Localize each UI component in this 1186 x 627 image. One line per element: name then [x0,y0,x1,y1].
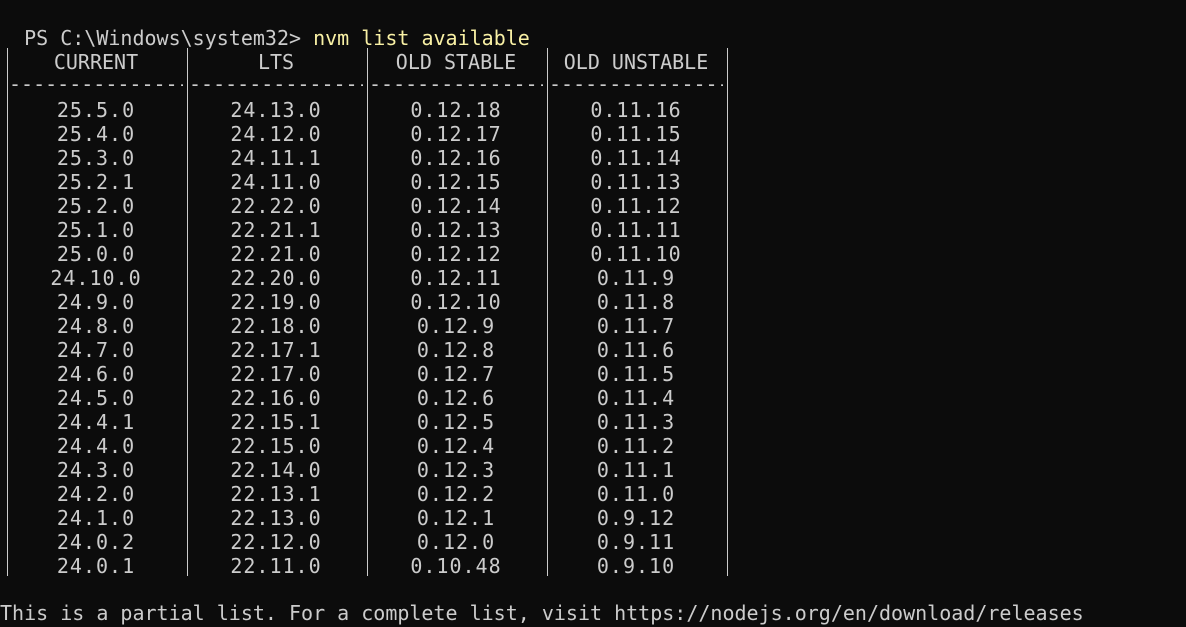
version-cell: 25.2.1 [56,170,136,194]
column-header-rule: --------------- [369,72,543,96]
version-cell: 22.15.1 [230,410,322,434]
column-separator [547,48,548,576]
version-cell: 0.11.6 [596,338,676,362]
version-cell: 25.3.0 [56,146,136,170]
version-cell: 22.18.0 [230,314,322,338]
version-cell: 25.1.0 [56,218,136,242]
version-cell: 24.0.2 [56,530,136,554]
version-cell: 24.0.1 [56,554,136,578]
version-cell: 25.2.0 [56,194,136,218]
version-cell: 0.9.12 [596,506,676,530]
version-cell: 0.12.17 [410,122,502,146]
version-cell: 0.11.10 [590,242,682,266]
version-cell: 0.12.10 [410,290,502,314]
version-cell: 0.12.9 [416,314,496,338]
version-cell: 0.11.4 [596,386,676,410]
version-cell: 24.10.0 [50,266,142,290]
version-cell: 22.13.0 [230,506,322,530]
version-cell: 24.8.0 [56,314,136,338]
version-cell: 0.12.15 [410,170,502,194]
version-cell: 22.22.0 [230,194,322,218]
version-cell: 0.11.7 [596,314,676,338]
version-cell: 0.12.2 [416,482,496,506]
version-cell: 22.21.1 [230,218,322,242]
version-cell: 0.12.7 [416,362,496,386]
column-header-rule: --------------- [9,72,183,96]
version-cell: 22.12.0 [230,530,322,554]
column-header-rule: --------------- [549,72,723,96]
version-cell: 0.9.11 [596,530,676,554]
version-cell: 0.11.1 [596,458,676,482]
version-cell: 0.12.4 [416,434,496,458]
prompt-text: PS C:\Windows\system32> [24,26,314,50]
version-cell: 24.12.0 [230,122,322,146]
version-cell: 22.13.1 [230,482,322,506]
version-cell: 0.11.8 [596,290,676,314]
version-cell: 0.12.18 [410,98,502,122]
version-cell: 24.7.0 [56,338,136,362]
version-cell: 22.20.0 [230,266,322,290]
footer-message: This is a partial list. For a complete l… [0,601,1084,625]
version-cell: 22.17.1 [230,338,322,362]
version-cell: 0.11.3 [596,410,676,434]
version-cell: 25.0.0 [56,242,136,266]
version-cell: 0.12.6 [416,386,496,410]
version-cell: 24.3.0 [56,458,136,482]
version-cell: 22.11.0 [230,554,322,578]
version-cell: 0.11.5 [596,362,676,386]
version-cell: 0.12.8 [416,338,496,362]
version-cell: 24.5.0 [56,386,136,410]
version-cell: 0.11.9 [596,266,676,290]
version-cell: 24.4.1 [56,410,136,434]
version-cell: 0.12.16 [410,146,502,170]
version-cell: 24.1.0 [56,506,136,530]
version-cell: 0.12.5 [416,410,496,434]
column-header: LTS [257,50,295,74]
version-cell: 0.12.14 [410,194,502,218]
version-cell: 24.13.0 [230,98,322,122]
version-cell: 0.11.2 [596,434,676,458]
version-cell: 0.12.13 [410,218,502,242]
column-separator [187,48,188,576]
version-cell: 25.5.0 [56,98,136,122]
column-separator [7,48,8,576]
version-cell: 0.11.0 [596,482,676,506]
version-cell: 22.21.0 [230,242,322,266]
version-cell: 0.10.48 [410,554,502,578]
version-cell: 22.19.0 [230,290,322,314]
version-cell: 22.14.0 [230,458,322,482]
version-cell: 24.9.0 [56,290,136,314]
version-cell: 0.11.11 [590,218,682,242]
version-cell: 22.17.0 [230,362,322,386]
version-cell: 0.11.13 [590,170,682,194]
version-cell: 0.12.11 [410,266,502,290]
version-cell: 22.16.0 [230,386,322,410]
version-cell: 0.11.12 [590,194,682,218]
version-cell: 0.9.10 [596,554,676,578]
version-cell: 0.11.16 [590,98,682,122]
version-cell: 0.12.0 [416,530,496,554]
version-cell: 0.11.14 [590,146,682,170]
version-cell: 24.6.0 [56,362,136,386]
version-cell: 0.12.3 [416,458,496,482]
version-cell: 24.2.0 [56,482,136,506]
column-header: OLD STABLE [395,50,517,74]
version-cell: 24.11.0 [230,170,322,194]
version-cell: 24.4.0 [56,434,136,458]
column-header: CURRENT [53,50,139,74]
column-separator [727,48,728,576]
column-header-rule: --------------- [189,72,363,96]
version-cell: 0.12.12 [410,242,502,266]
column-separator [367,48,368,576]
column-header: OLD UNSTABLE [563,50,709,74]
version-cell: 0.11.15 [590,122,682,146]
version-cell: 0.12.1 [416,506,496,530]
version-cell: 22.15.0 [230,434,322,458]
version-cell: 25.4.0 [56,122,136,146]
command-text: nvm list available [313,26,530,50]
prompt-line: PS C:\Windows\system32> nvm list availab… [0,2,530,50]
version-cell: 24.11.1 [230,146,322,170]
